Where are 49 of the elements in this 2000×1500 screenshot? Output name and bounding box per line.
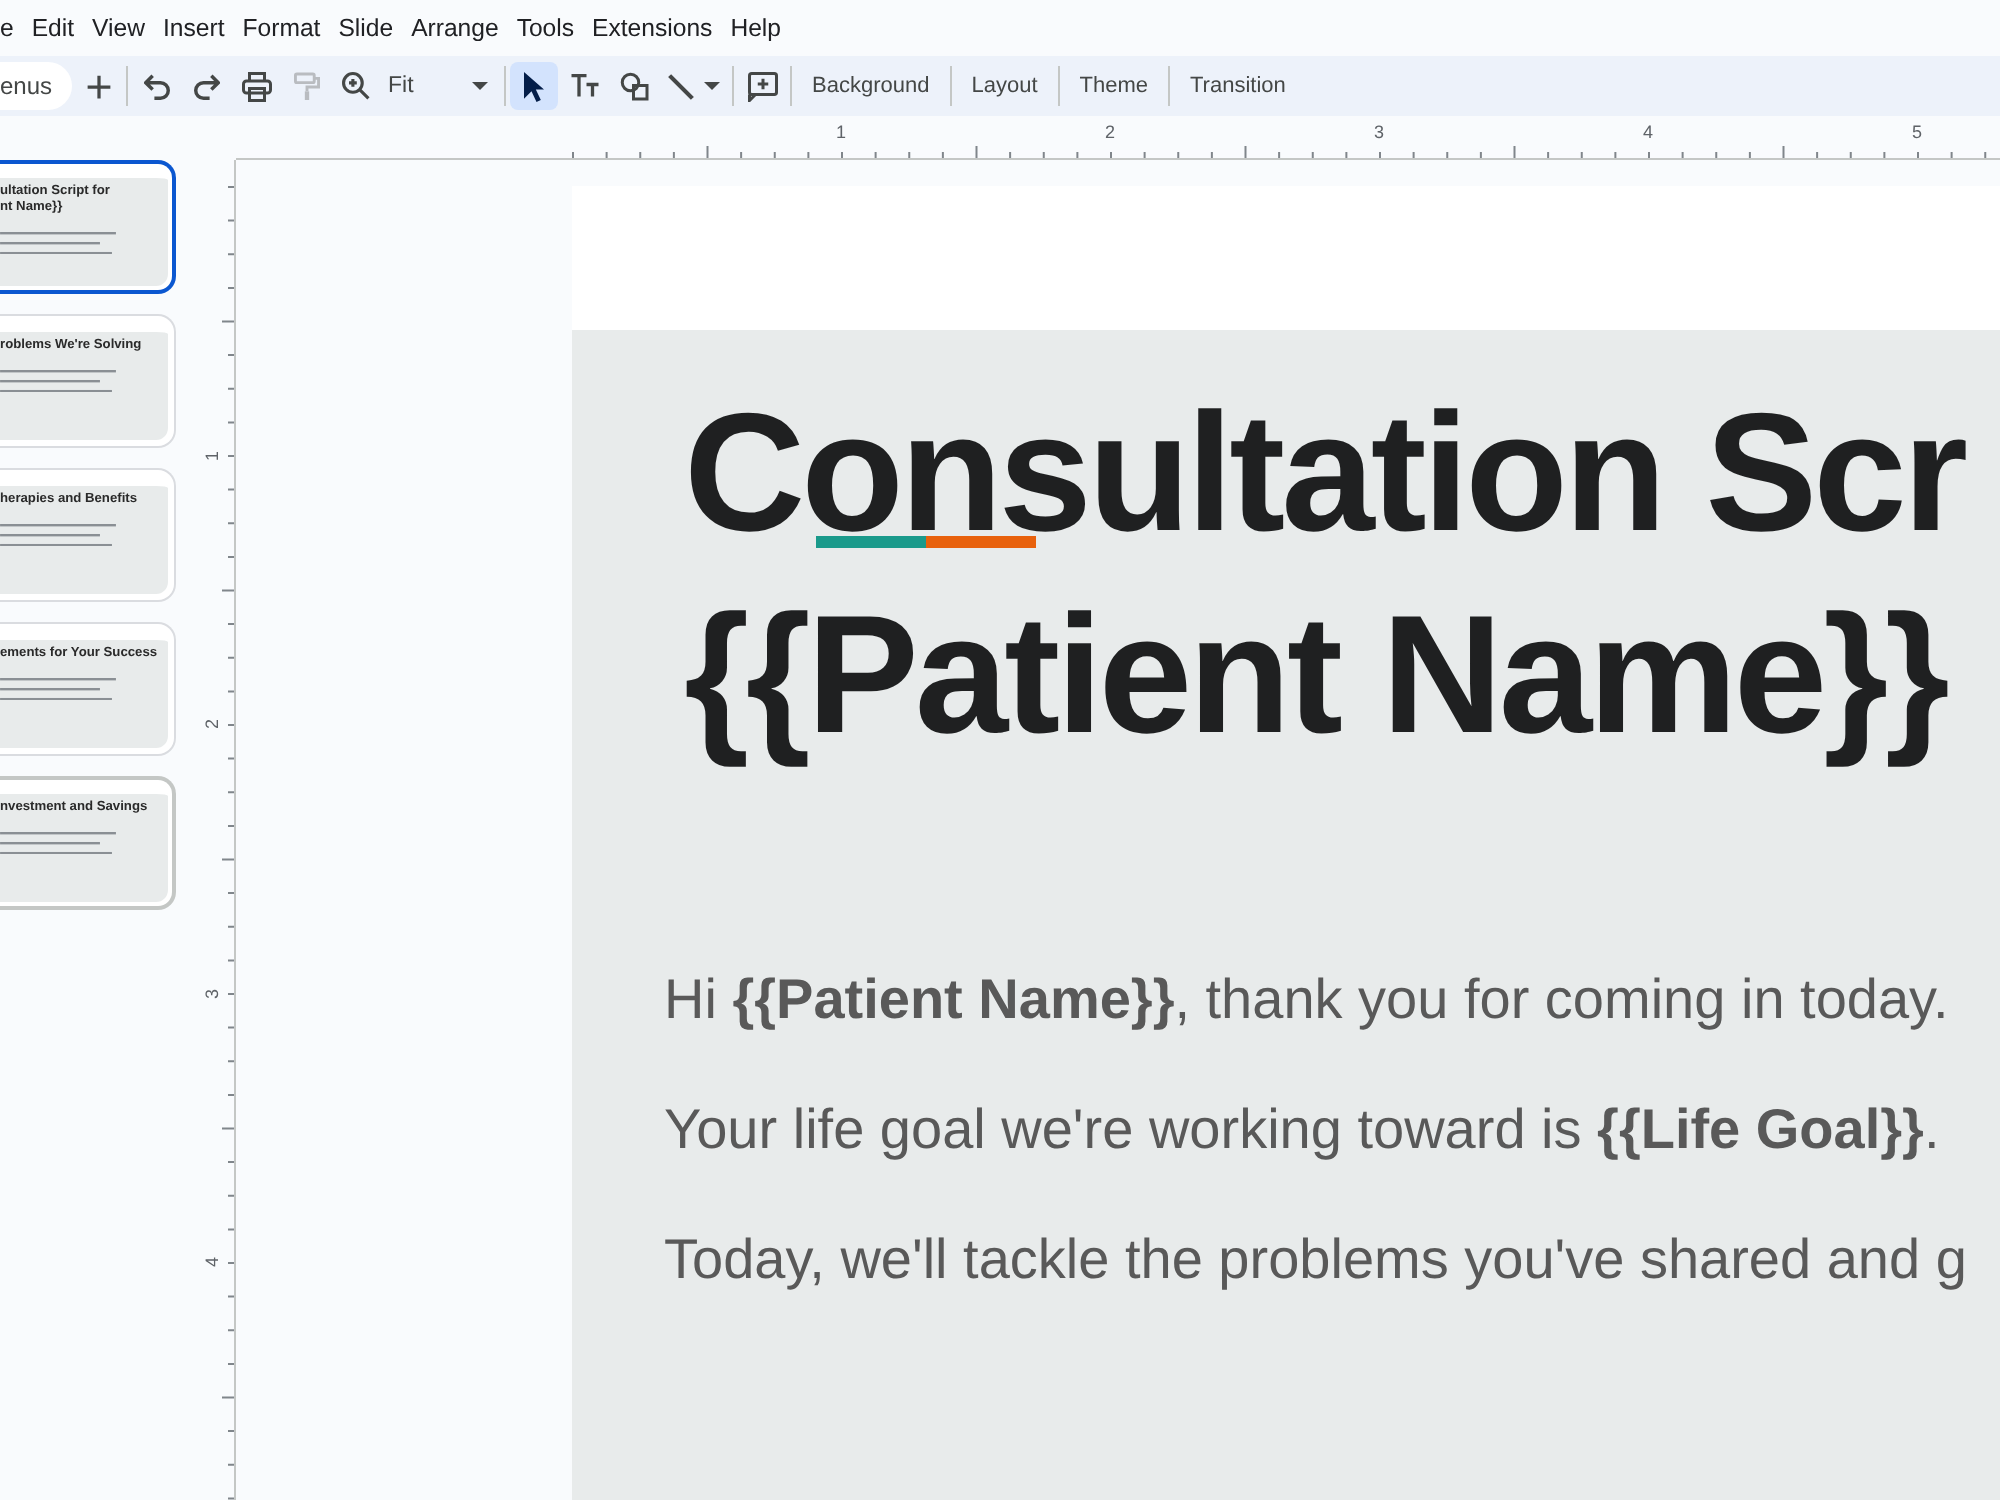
menu-item[interactable]: Tools [516,10,575,46]
ruler-number: 2 [202,718,222,730]
paint-roller-icon [293,71,319,101]
thumbnail-text-drawing [0,370,116,393]
zoom-icon [342,72,370,100]
menu-item[interactable]: Format [242,10,321,46]
thumbnail-text-drawing [0,832,116,855]
menu-item[interactable]: Edit [31,10,75,46]
select-tool-button[interactable] [510,62,558,110]
toolbar-button[interactable]: Transition [1174,62,1302,110]
search-field[interactable]: enus [0,62,72,110]
slide-title: Consultation Scr [684,408,1965,536]
redo-icon [193,73,219,99]
menu-item[interactable]: Insert [162,10,225,46]
menu-item[interactable]: View [92,10,145,46]
undo-icon [143,73,169,99]
caret-icon [704,82,720,90]
thumbnail-text-drawing [0,524,116,547]
toolbar-button[interactable]: Theme [1063,62,1164,110]
toolbar-button[interactable]: Background [796,62,946,110]
ruler-number: 4 [1643,122,1653,142]
cursor-icon [524,71,544,101]
caret-icon [472,82,488,90]
menu-item[interactable]: Help [730,10,781,46]
add-comment-icon [747,71,777,101]
ruler-number: 1 [202,449,222,461]
ruler-number: 4 [202,1256,222,1268]
menu-item[interactable]: Slide [338,10,394,46]
body-text: Today, we'll tackle the problems you've shared and g [664,1226,1967,1294]
ruler-number: 1 [836,122,846,142]
menu-item[interactable]: e [0,10,14,46]
thumbnail-text-drawing [0,678,116,701]
ruler-number: 3 [1374,122,1384,142]
ruler-number: 5 [1912,122,1922,142]
ruler-number: 3 [202,987,222,999]
printer-icon [241,71,271,101]
zoom-dropdown[interactable]: Fit [382,62,500,110]
shapes-icon [619,71,649,101]
plus-icon [85,73,111,99]
toolbar-button[interactable]: Layout [955,62,1054,110]
slide-title: {{Patient Name}} [684,578,1946,772]
menu-item[interactable]: Arrange [411,10,499,46]
body-text: Your life goal we're working toward is {{Life Goal}}. [664,1096,1940,1164]
body-text: Hi {{Patient Name}}, thank you for coming in today. [664,966,1949,1034]
thumbnail-text-drawing [0,232,116,255]
ruler-number: 2 [1105,122,1115,142]
line-icon [668,73,694,99]
text-box-icon [569,74,599,98]
menu-item[interactable]: Extensions [592,10,713,46]
